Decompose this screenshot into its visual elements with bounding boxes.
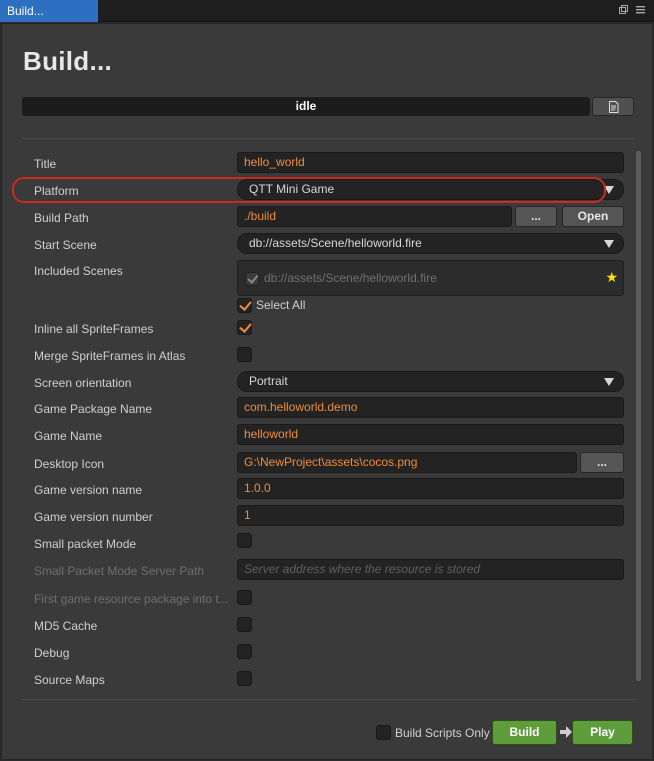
build-path-browse-button[interactable]: ... [515,206,557,227]
caret-down-icon [604,378,614,386]
start-scene-select[interactable]: db://assets/Scene/helloworld.fire [237,233,624,254]
game-version-name-label: Game version name [34,483,143,497]
inline-spriteframes-label: Inline all SpriteFrames [34,322,154,336]
maximize-icon[interactable] [618,4,629,15]
title-label: Title [34,157,57,171]
desktop-icon-browse-button[interactable]: ... [580,452,624,473]
build-status-bar: idle [22,97,590,116]
debug-label: Debug [34,646,70,660]
scene-item-label: db://assets/Scene/helloworld.fire [264,271,437,285]
caret-down-icon [604,240,614,248]
source-maps-label: Source Maps [34,673,105,687]
md5-cache-checkbox[interactable] [237,617,252,632]
title-input[interactable]: hello_world [237,152,624,173]
form-scrollbar[interactable] [636,151,641,681]
divider [22,699,635,700]
build-panel: Build... idle Title hello_world Platform… [1,23,653,760]
tab-bar: Build... [0,0,654,22]
first-game-resource-label: First game resource package into t... [34,592,229,606]
game-package-name-label: Game Package Name [34,402,153,416]
small-packet-mode-label: Small packet Mode [34,537,137,551]
build-options-form: Title hello_world Platform QTT Mini Game… [22,148,634,698]
small-packet-mode-checkbox[interactable] [237,533,252,548]
build-scripts-only-checkbox[interactable] [376,725,391,740]
desktop-icon-label: Desktop Icon [34,457,105,471]
divider [22,138,635,139]
source-maps-checkbox[interactable] [237,671,252,686]
game-name-label: Game Name [34,429,103,443]
build-path-label: Build Path [34,211,89,225]
md5-cache-label: MD5 Cache [34,619,98,633]
build-button[interactable]: Build [492,720,557,745]
small-packet-server-path-label: Small Packet Mode Server Path [34,564,205,578]
start-scene-label: Start Scene [34,238,97,252]
screen-orientation-select[interactable]: Portrait [237,371,624,392]
scrollbar-thumb[interactable] [636,151,641,681]
included-scenes-list: db://assets/Scene/helloworld.fire ★ [237,260,624,296]
scene-checkbox[interactable] [245,272,259,286]
play-button[interactable]: Play [572,720,633,745]
open-log-button[interactable] [592,97,634,116]
desktop-icon-input[interactable]: G:\NewProject\assets\cocos.png [237,452,577,473]
log-icon [608,100,618,113]
merge-spriteframes-checkbox[interactable] [237,347,252,362]
game-version-number-label: Game version number [34,510,153,524]
screen-orientation-label: Screen orientation [34,376,132,390]
game-name-input[interactable]: helloworld [237,424,624,445]
select-all-label: Select All [256,298,306,312]
select-all-checkbox[interactable] [237,298,252,313]
merge-spriteframes-label: Merge SpriteFrames in Atlas [34,349,186,363]
first-game-resource-checkbox[interactable] [237,590,252,605]
game-package-name-input[interactable]: com.helloworld.demo [237,397,624,418]
caret-down-icon [604,186,614,194]
tab-build[interactable]: Build... [0,0,98,22]
start-scene-value: db://assets/Scene/helloworld.fire [249,236,422,250]
arrow-right-icon [560,726,572,738]
game-version-number-input[interactable]: 1 [237,505,624,526]
inline-spriteframes-checkbox[interactable] [237,320,252,335]
page-title: Build... [23,46,113,76]
star-icon: ★ [605,269,618,285]
platform-value: QTT Mini Game [249,182,335,196]
included-scenes-label: Included Scenes [34,264,123,278]
build-path-input[interactable]: ./build [237,206,512,227]
build-path-open-button[interactable]: Open [562,206,624,227]
platform-select[interactable]: QTT Mini Game [237,179,624,200]
small-packet-server-path-input[interactable]: Server address where the resource is sto… [237,559,624,580]
screen-orientation-value: Portrait [249,374,288,388]
build-scripts-only-label: Build Scripts Only [395,726,490,740]
game-version-name-input[interactable]: 1.0.0 [237,478,624,499]
tab-tools [618,4,646,15]
platform-label: Platform [34,184,79,198]
debug-checkbox[interactable] [237,644,252,659]
menu-icon[interactable] [635,4,646,15]
